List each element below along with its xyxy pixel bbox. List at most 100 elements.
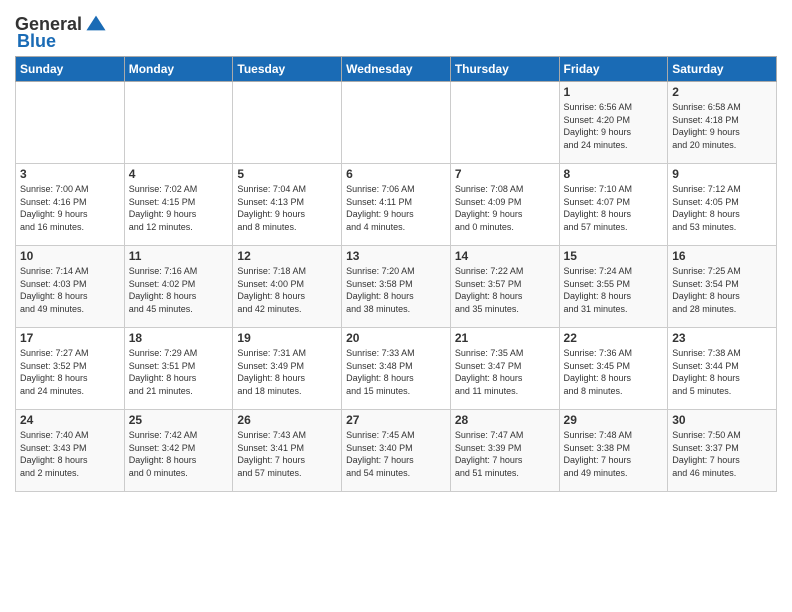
day-number: 8 xyxy=(564,167,664,181)
calendar-cell: 25 Sunrise: 7:42 AM Sunset: 3:42 PM Dayli… xyxy=(124,410,233,492)
calendar-cell: 6 Sunrise: 7:06 AM Sunset: 4:11 PM Daylig… xyxy=(342,164,451,246)
calendar-cell: 15 Sunrise: 7:24 AM Sunset: 3:55 PM Dayli… xyxy=(559,246,668,328)
header: General Blue xyxy=(15,10,777,52)
calendar-cell xyxy=(233,82,342,164)
day-number: 1 xyxy=(564,85,664,99)
calendar-cell: 17 Sunrise: 7:27 AM Sunset: 3:52 PM Dayli… xyxy=(16,328,125,410)
day-info: Sunrise: 7:22 AM Sunset: 3:57 PM Dayligh… xyxy=(455,265,555,315)
calendar-cell: 7 Sunrise: 7:08 AM Sunset: 4:09 PM Daylig… xyxy=(450,164,559,246)
day-info: Sunrise: 7:40 AM Sunset: 3:43 PM Dayligh… xyxy=(20,429,120,479)
column-header-tuesday: Tuesday xyxy=(233,57,342,82)
calendar-cell: 10 Sunrise: 7:14 AM Sunset: 4:03 PM Dayli… xyxy=(16,246,125,328)
day-number: 27 xyxy=(346,413,446,427)
logo-icon xyxy=(85,12,107,34)
calendar-cell xyxy=(342,82,451,164)
calendar-cell: 30Sunrise: 7:50 AM Sunset: 3:37 PM Dayli… xyxy=(668,410,777,492)
calendar-cell: 1Sunrise: 6:56 AM Sunset: 4:20 PM Daylig… xyxy=(559,82,668,164)
day-info: Sunrise: 7:00 AM Sunset: 4:16 PM Dayligh… xyxy=(20,183,120,233)
header-row: SundayMondayTuesdayWednesdayThursdayFrid… xyxy=(16,57,777,82)
calendar-cell: 28 Sunrise: 7:47 AM Sunset: 3:39 PM Dayli… xyxy=(450,410,559,492)
day-number: 6 xyxy=(346,167,446,181)
day-info: Sunrise: 7:50 AM Sunset: 3:37 PM Dayligh… xyxy=(672,429,772,479)
week-row-2: 3Sunrise: 7:00 AM Sunset: 4:16 PM Daylig… xyxy=(16,164,777,246)
day-info: Sunrise: 7:06 AM Sunset: 4:11 PM Dayligh… xyxy=(346,183,446,233)
column-header-saturday: Saturday xyxy=(668,57,777,82)
week-row-5: 24Sunrise: 7:40 AM Sunset: 3:43 PM Dayli… xyxy=(16,410,777,492)
column-header-friday: Friday xyxy=(559,57,668,82)
calendar-cell xyxy=(124,82,233,164)
column-header-wednesday: Wednesday xyxy=(342,57,451,82)
day-info: Sunrise: 7:08 AM Sunset: 4:09 PM Dayligh… xyxy=(455,183,555,233)
day-info: Sunrise: 7:35 AM Sunset: 3:47 PM Dayligh… xyxy=(455,347,555,397)
calendar-cell: 4 Sunrise: 7:02 AM Sunset: 4:15 PM Daylig… xyxy=(124,164,233,246)
day-info: Sunrise: 7:25 AM Sunset: 3:54 PM Dayligh… xyxy=(672,265,772,315)
week-row-4: 17 Sunrise: 7:27 AM Sunset: 3:52 PM Dayli… xyxy=(16,328,777,410)
day-number: 4 xyxy=(129,167,229,181)
day-info: Sunrise: 7:27 AM Sunset: 3:52 PM Dayligh… xyxy=(20,347,120,397)
calendar-cell xyxy=(16,82,125,164)
day-info: Sunrise: 7:16 AM Sunset: 4:02 PM Dayligh… xyxy=(129,265,229,315)
day-number: 28 xyxy=(455,413,555,427)
day-info: Sunrise: 7:12 AM Sunset: 4:05 PM Dayligh… xyxy=(672,183,772,233)
calendar-cell: 22 Sunrise: 7:36 AM Sunset: 3:45 PM Dayli… xyxy=(559,328,668,410)
day-info: Sunrise: 7:36 AM Sunset: 3:45 PM Dayligh… xyxy=(564,347,664,397)
calendar-cell: 27 Sunrise: 7:45 AM Sunset: 3:40 PM Dayli… xyxy=(342,410,451,492)
day-info: Sunrise: 7:38 AM Sunset: 3:44 PM Dayligh… xyxy=(672,347,772,397)
logo-blue-text: Blue xyxy=(17,31,56,52)
day-number: 9 xyxy=(672,167,772,181)
day-number: 7 xyxy=(455,167,555,181)
calendar-cell: 13Sunrise: 7:20 AM Sunset: 3:58 PM Dayli… xyxy=(342,246,451,328)
day-info: Sunrise: 7:33 AM Sunset: 3:48 PM Dayligh… xyxy=(346,347,446,397)
day-number: 20 xyxy=(346,331,446,345)
day-info: Sunrise: 7:42 AM Sunset: 3:42 PM Dayligh… xyxy=(129,429,229,479)
column-header-monday: Monday xyxy=(124,57,233,82)
day-info: Sunrise: 7:45 AM Sunset: 3:40 PM Dayligh… xyxy=(346,429,446,479)
day-number: 17 xyxy=(20,331,120,345)
calendar-cell: 18Sunrise: 7:29 AM Sunset: 3:51 PM Dayli… xyxy=(124,328,233,410)
page-container: General Blue SundayMondayTuesdayWednesda… xyxy=(0,0,792,497)
day-number: 26 xyxy=(237,413,337,427)
calendar-cell: 20 Sunrise: 7:33 AM Sunset: 3:48 PM Dayli… xyxy=(342,328,451,410)
week-row-1: 1Sunrise: 6:56 AM Sunset: 4:20 PM Daylig… xyxy=(16,82,777,164)
day-info: Sunrise: 7:47 AM Sunset: 3:39 PM Dayligh… xyxy=(455,429,555,479)
calendar-cell: 16 Sunrise: 7:25 AM Sunset: 3:54 PM Dayli… xyxy=(668,246,777,328)
day-number: 21 xyxy=(455,331,555,345)
calendar-cell: 29Sunrise: 7:48 AM Sunset: 3:38 PM Dayli… xyxy=(559,410,668,492)
day-info: Sunrise: 7:04 AM Sunset: 4:13 PM Dayligh… xyxy=(237,183,337,233)
day-info: Sunrise: 7:24 AM Sunset: 3:55 PM Dayligh… xyxy=(564,265,664,315)
day-number: 22 xyxy=(564,331,664,345)
day-number: 29 xyxy=(564,413,664,427)
calendar-cell: 26 Sunrise: 7:43 AM Sunset: 3:41 PM Dayli… xyxy=(233,410,342,492)
logo: General Blue xyxy=(15,14,107,52)
day-number: 23 xyxy=(672,331,772,345)
day-info: Sunrise: 7:31 AM Sunset: 3:49 PM Dayligh… xyxy=(237,347,337,397)
calendar-cell: 3Sunrise: 7:00 AM Sunset: 4:16 PM Daylig… xyxy=(16,164,125,246)
calendar-cell: 12Sunrise: 7:18 AM Sunset: 4:00 PM Dayli… xyxy=(233,246,342,328)
calendar-cell: 8 Sunrise: 7:10 AM Sunset: 4:07 PM Daylig… xyxy=(559,164,668,246)
calendar-cell: 5 Sunrise: 7:04 AM Sunset: 4:13 PM Daylig… xyxy=(233,164,342,246)
day-number: 5 xyxy=(237,167,337,181)
day-info: Sunrise: 7:02 AM Sunset: 4:15 PM Dayligh… xyxy=(129,183,229,233)
calendar-cell: 11Sunrise: 7:16 AM Sunset: 4:02 PM Dayli… xyxy=(124,246,233,328)
calendar-cell: 24Sunrise: 7:40 AM Sunset: 3:43 PM Dayli… xyxy=(16,410,125,492)
day-number: 14 xyxy=(455,249,555,263)
day-number: 10 xyxy=(20,249,120,263)
day-info: Sunrise: 7:10 AM Sunset: 4:07 PM Dayligh… xyxy=(564,183,664,233)
day-number: 18 xyxy=(129,331,229,345)
week-row-3: 10 Sunrise: 7:14 AM Sunset: 4:03 PM Dayli… xyxy=(16,246,777,328)
calendar-cell: 19 Sunrise: 7:31 AM Sunset: 3:49 PM Dayli… xyxy=(233,328,342,410)
day-number: 16 xyxy=(672,249,772,263)
day-number: 2 xyxy=(672,85,772,99)
day-info: Sunrise: 7:43 AM Sunset: 3:41 PM Dayligh… xyxy=(237,429,337,479)
day-number: 15 xyxy=(564,249,664,263)
calendar-cell: 9 Sunrise: 7:12 AM Sunset: 4:05 PM Daylig… xyxy=(668,164,777,246)
day-number: 13 xyxy=(346,249,446,263)
calendar-cell: 23 Sunrise: 7:38 AM Sunset: 3:44 PM Dayli… xyxy=(668,328,777,410)
column-header-thursday: Thursday xyxy=(450,57,559,82)
calendar-cell: 21 Sunrise: 7:35 AM Sunset: 3:47 PM Dayli… xyxy=(450,328,559,410)
day-info: Sunrise: 7:14 AM Sunset: 4:03 PM Dayligh… xyxy=(20,265,120,315)
day-number: 25 xyxy=(129,413,229,427)
calendar-cell: 14 Sunrise: 7:22 AM Sunset: 3:57 PM Dayli… xyxy=(450,246,559,328)
day-number: 19 xyxy=(237,331,337,345)
day-info: Sunrise: 6:58 AM Sunset: 4:18 PM Dayligh… xyxy=(672,101,772,151)
